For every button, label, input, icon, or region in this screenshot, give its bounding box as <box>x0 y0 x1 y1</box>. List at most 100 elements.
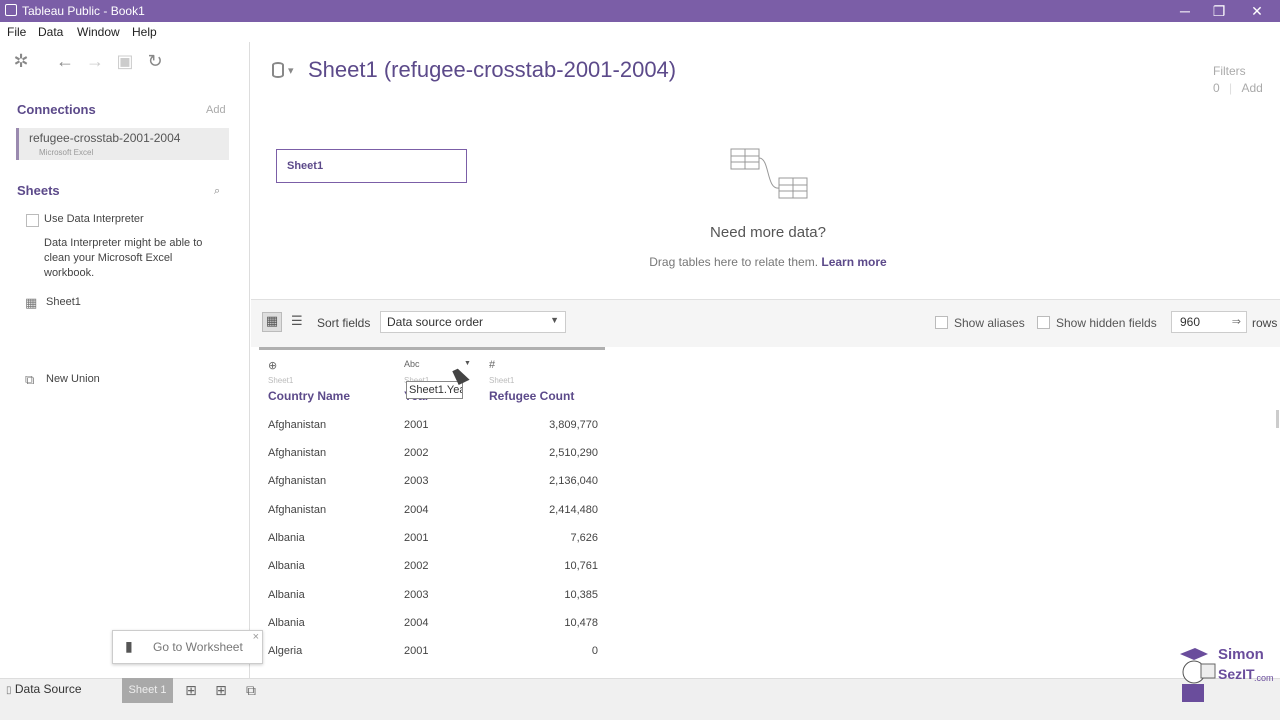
cell-country: Albania <box>268 560 305 572</box>
table-row: Algeria 2001 0 <box>251 637 606 665</box>
cell-count: 2,136,040 <box>549 475 598 487</box>
cell-count: 10,385 <box>564 589 598 601</box>
header-divider <box>259 347 605 350</box>
column-header-country[interactable]: ⊕ Sheet1 Country Name <box>251 351 396 409</box>
column-menu-chevron-icon[interactable]: ▼ <box>464 360 471 367</box>
cell-count: 10,478 <box>564 617 598 629</box>
menu-data[interactable]: Data <box>38 25 63 39</box>
cell-country: Albania <box>268 532 305 544</box>
union-icon: ⧉ <box>25 372 35 387</box>
column-tooltip: Sheet1.Year <box>406 381 463 399</box>
rows-value: 960 <box>1180 315 1201 329</box>
window-title: Tableau Public - Book1 <box>22 4 145 18</box>
menu-file[interactable]: File <box>7 25 26 39</box>
cell-country: Algeria <box>268 645 303 657</box>
add-connection-link[interactable]: Add <box>206 104 226 116</box>
search-sheets-icon[interactable]: ⌕ <box>214 185 220 198</box>
arrow-right-icon[interactable]: ⇒ <box>1232 315 1241 328</box>
globe-icon[interactable]: ⊕ <box>268 359 277 372</box>
table-row: Albania 2001 7,626 <box>251 524 606 552</box>
menu-window[interactable]: Window <box>77 25 120 39</box>
sheet1-item[interactable]: Sheet1 <box>46 296 81 308</box>
data-interpreter-checkbox[interactable] <box>26 214 39 227</box>
tableau-app-icon <box>5 4 17 16</box>
sort-fields-select[interactable]: Data source order ▼ <box>380 311 566 333</box>
new-dashboard-icon[interactable]: ⊞ <box>212 682 230 700</box>
cell-year: 2002 <box>404 560 429 572</box>
datasource-title[interactable]: Sheet1 (refugee-crosstab-2001-2004) <box>308 57 676 83</box>
logo-line1: Simon <box>1218 646 1264 663</box>
data-interpreter-label[interactable]: Use Data Interpreter <box>44 213 144 225</box>
cell-year: 2001 <box>404 645 429 657</box>
cell-count: 2,414,480 <box>549 504 598 516</box>
go-to-worksheet-popup[interactable]: ▮ Go to Worksheet × <box>112 630 263 664</box>
interpreter-desc-2: clean your Microsoft Excel <box>44 252 173 264</box>
grid-view-icon[interactable]: ▦ <box>262 312 282 332</box>
interpreter-desc-3: workbook. <box>44 267 95 279</box>
need-more-data-heading: Need more data? <box>710 224 826 241</box>
close-icon[interactable]: × <box>253 631 259 643</box>
cell-country: Afghanistan <box>268 504 327 516</box>
column-source: Sheet1 <box>268 376 294 385</box>
list-view-icon[interactable]: ☰ <box>291 313 303 329</box>
datasource-menu-icon[interactable]: ▾ <box>288 64 294 77</box>
filters-panel: Filters 0 | Add <box>1213 64 1263 95</box>
menu-help[interactable]: Help <box>132 25 157 39</box>
filters-add-link[interactable]: Add <box>1242 81 1263 95</box>
show-hidden-checkbox[interactable] <box>1037 316 1050 329</box>
column-name[interactable]: Country Name <box>268 389 350 403</box>
sheet1-table-card[interactable]: Sheet1 <box>276 149 467 183</box>
cell-year: 2001 <box>404 419 429 431</box>
show-hidden-label[interactable]: Show hidden fields <box>1056 316 1157 330</box>
rows-input[interactable]: 960 ⇒ <box>1171 311 1247 333</box>
learn-more-link[interactable]: Learn more <box>821 255 886 269</box>
column-source: Sheet1 <box>489 376 515 385</box>
connection-item[interactable]: refugee-crosstab-2001-2004 Microsoft Exc… <box>16 128 229 160</box>
cell-count: 10,761 <box>564 560 598 572</box>
new-story-icon[interactable]: ⧉ <box>242 682 260 700</box>
connection-name: refugee-crosstab-2001-2004 <box>29 131 181 145</box>
sort-fields-label: Sort fields <box>317 316 371 330</box>
table-row: Albania 2002 10,761 <box>251 552 606 580</box>
interpreter-desc-1: Data Interpreter might be able to <box>44 237 203 249</box>
table-row: Afghanistan 2002 2,510,290 <box>251 439 606 467</box>
column-name[interactable]: Refugee Count <box>489 389 574 403</box>
table-row: Afghanistan 2003 2,136,040 <box>251 467 606 495</box>
string-type-icon[interactable]: Abc <box>404 359 420 369</box>
relate-tables-icon <box>730 148 808 199</box>
simonsezit-logo: Simon SezIT .com <box>1160 642 1278 718</box>
sheet1-tab[interactable]: Sheet 1 <box>122 678 173 703</box>
title-bar: Tableau Public - Book1 ─ ❐ ✕ <box>0 0 1280 22</box>
cell-country: Albania <box>268 617 305 629</box>
data-source-tab-label: Data Source <box>14 682 82 696</box>
drag-tables-hint: Drag tables here to relate them. Learn m… <box>570 255 966 269</box>
close-button[interactable]: ✕ <box>1234 0 1280 22</box>
cell-year: 2003 <box>404 589 429 601</box>
mascot-icon <box>1180 648 1216 702</box>
sheets-title: Sheets <box>17 183 60 198</box>
vertical-scrollbar[interactable] <box>1276 410 1279 428</box>
datasource-tab-icon: ▯ <box>6 685 12 696</box>
number-type-icon[interactable]: # <box>489 359 495 371</box>
cell-count: 3,809,770 <box>549 419 598 431</box>
new-worksheet-icon[interactable]: ⊞ <box>182 682 200 700</box>
drag-hint-text: Drag tables here to relate them. <box>649 255 819 269</box>
column-header-refugee-count[interactable]: # Sheet1 Refugee Count <box>482 351 606 409</box>
cell-year: 2002 <box>404 447 429 459</box>
connection-type: Microsoft Excel <box>39 148 94 157</box>
menu-bar: File Data Window Help <box>0 22 1280 42</box>
filters-label: Filters <box>1213 64 1246 78</box>
bar-chart-icon: ▮ <box>125 638 133 654</box>
show-aliases-label[interactable]: Show aliases <box>954 316 1025 330</box>
cell-country: Afghanistan <box>268 475 327 487</box>
chevron-down-icon: ▼ <box>550 315 559 325</box>
new-union-item[interactable]: New Union <box>46 373 100 385</box>
cell-year: 2001 <box>404 532 429 544</box>
datasource-icon <box>272 62 284 78</box>
cell-count: 2,510,290 <box>549 447 598 459</box>
data-source-tab[interactable]: ▯ Data Source <box>6 682 82 696</box>
cell-year: 2003 <box>404 475 429 487</box>
show-aliases-checkbox[interactable] <box>935 316 948 329</box>
go-to-worksheet-label: Go to Worksheet <box>153 640 243 654</box>
sheet-table-icon: ▦ <box>25 295 38 310</box>
